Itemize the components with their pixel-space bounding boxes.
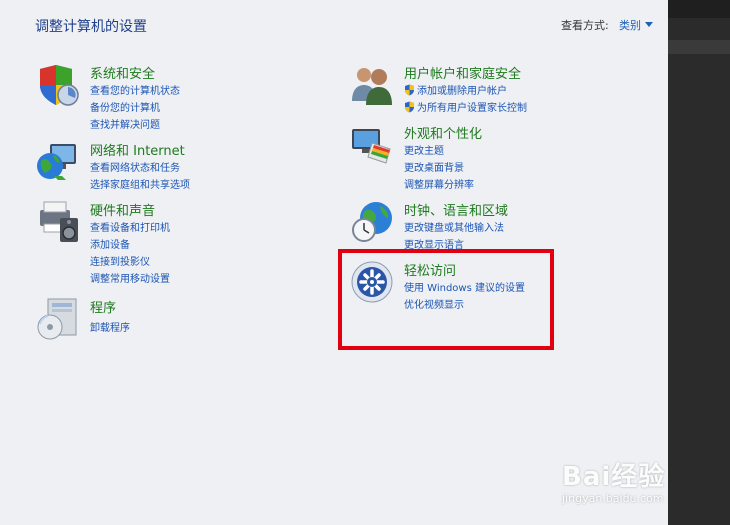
background-window-edge: [668, 0, 730, 525]
page-title: 调整计算机的设置: [35, 19, 147, 35]
category-heading-hardware-sound[interactable]: 硬件和声音: [90, 200, 155, 219]
link-connect-projector[interactable]: 连接到投影仪: [90, 253, 150, 268]
category-heading-system-security[interactable]: 系统和安全: [90, 63, 155, 82]
category-clock-language-region: 时钟、语言和区域 更改键盘或其他输入法 更改显示语言: [350, 200, 620, 255]
category-heading-programs[interactable]: 程序: [90, 297, 116, 316]
uac-shield-icon: [405, 101, 414, 113]
category-system-security: 系统和安全 查看您的计算机状态 备份您的计算机 查找并解决问题: [36, 63, 296, 133]
category-user-accounts: 用户帐户和家庭安全 添加或删除用户帐户 为所有用户设置家长控制: [350, 63, 620, 118]
watermark-logo: Bai经验: [562, 462, 666, 492]
link-change-keyboard-input[interactable]: 更改键盘或其他输入法: [404, 219, 504, 234]
watermark-url: jingyan.baidu.com: [562, 492, 664, 505]
link-change-desktop-background[interactable]: 更改桌面背景: [404, 159, 464, 174]
link-add-remove-accounts-label[interactable]: 添加或删除用户帐户: [417, 86, 507, 97]
link-add-device[interactable]: 添加设备: [90, 236, 130, 251]
category-appearance: 外观和个性化 更改主题 更改桌面背景 调整屏幕分辨率: [350, 123, 620, 193]
link-parental-controls[interactable]: 为所有用户设置家长控制: [404, 99, 527, 114]
category-hardware-sound: 硬件和声音 查看设备和打印机 添加设备 连接到投影仪 调整常用移动设置: [36, 200, 296, 285]
link-backup-computer[interactable]: 备份您的计算机: [90, 99, 160, 114]
window-bar: [668, 0, 730, 18]
view-by-label: 查看方式:: [561, 19, 609, 32]
hardware-sound-icon[interactable]: [36, 200, 80, 244]
link-mobility-settings[interactable]: 调整常用移动设置: [90, 270, 170, 285]
view-by-dropdown[interactable]: 类别: [619, 17, 653, 33]
user-accounts-icon[interactable]: [350, 63, 394, 107]
appearance-personalization-icon[interactable]: [350, 123, 394, 167]
chevron-down-icon[interactable]: [645, 22, 653, 27]
link-uninstall-program[interactable]: 卸载程序: [90, 319, 130, 334]
baidu-jingyan-watermark: Bai经验 jingyan.baidu.com: [556, 456, 696, 516]
control-panel-window: 调整计算机的设置 查看方式: 类别 系统和安全 查看您的计算机状态 备份您的计算…: [0, 0, 668, 525]
window-bar: [668, 40, 730, 54]
link-parental-controls-label[interactable]: 为所有用户设置家长控制: [417, 103, 527, 114]
category-heading-clock-language-region[interactable]: 时钟、语言和区域: [404, 200, 508, 219]
link-add-remove-accounts[interactable]: 添加或删除用户帐户: [404, 82, 507, 97]
uac-shield-icon: [405, 84, 414, 96]
link-network-status[interactable]: 查看网络状态和任务: [90, 159, 180, 174]
clock-language-region-icon[interactable]: [350, 200, 394, 244]
link-homegroup-sharing[interactable]: 选择家庭组和共享选项: [90, 176, 190, 191]
link-screen-resolution[interactable]: 调整屏幕分辨率: [404, 176, 474, 191]
category-heading-appearance[interactable]: 外观和个性化: [404, 123, 482, 142]
category-programs: 程序 卸载程序: [36, 297, 296, 342]
link-troubleshoot[interactable]: 查找并解决问题: [90, 116, 160, 131]
category-network-internet: 网络和 Internet 查看网络状态和任务 选择家庭组和共享选项: [36, 140, 296, 195]
network-internet-icon[interactable]: [36, 140, 80, 184]
link-devices-printers[interactable]: 查看设备和打印机: [90, 219, 170, 234]
link-view-computer-status[interactable]: 查看您的计算机状态: [90, 82, 180, 97]
category-heading-network-internet[interactable]: 网络和 Internet: [90, 140, 185, 159]
system-security-icon[interactable]: [36, 63, 80, 107]
link-change-theme[interactable]: 更改主题: [404, 142, 444, 157]
highlight-box: [338, 249, 554, 350]
view-by-value[interactable]: 类别: [619, 19, 641, 32]
programs-icon[interactable]: [36, 297, 80, 341]
category-heading-user-accounts[interactable]: 用户帐户和家庭安全: [404, 63, 521, 82]
